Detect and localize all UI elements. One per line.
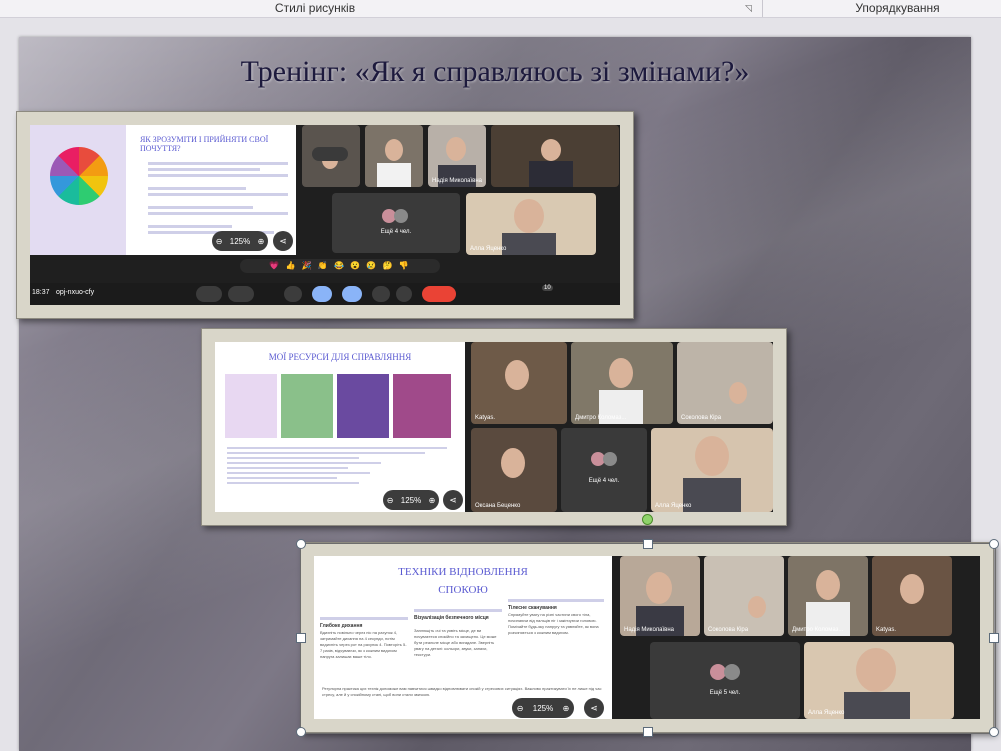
- group-tile-1[interactable]: Ещё 4 чел.: [332, 193, 460, 253]
- meeting-screenshot-1[interactable]: ЯК ЗРОЗУМІТИ І ПРИЙНЯТИ СВОЇ ПОЧУТТЯ? ⊖ …: [16, 111, 634, 319]
- video-tile[interactable]: [491, 125, 619, 187]
- share-icon[interactable]: ⋖: [273, 231, 293, 251]
- resource-image: [337, 374, 389, 438]
- video-tile[interactable]: [365, 125, 423, 187]
- video-tile[interactable]: [302, 125, 360, 187]
- participants-count: 10: [542, 285, 553, 291]
- dialog-launcher-icon[interactable]: ◹: [745, 3, 752, 14]
- raise-hand-button[interactable]: [372, 286, 390, 302]
- presentation-slide-1: ЯК ЗРОЗУМІТИ І ПРИЙНЯТИ СВОЇ ПОЧУТТЯ? ⊖ …: [30, 125, 296, 255]
- participant-name: Оксана Беценко: [475, 503, 521, 509]
- slide-heading-2: МОЇ РЕСУРСИ ДЛЯ СПРАВЛЯННЯ: [268, 352, 412, 362]
- resource-image: [393, 374, 451, 438]
- resize-handle-top-right[interactable]: [989, 539, 999, 549]
- resize-handle-top-left[interactable]: [296, 539, 306, 549]
- video-tile[interactable]: Алла Яценко: [466, 193, 596, 255]
- share-icon[interactable]: ⋖: [443, 490, 463, 510]
- resize-handle-bottom-right[interactable]: [989, 727, 999, 737]
- resource-image: [225, 374, 277, 438]
- slide-title[interactable]: Тренінг: «Як я справляюсь зі змінами?»: [19, 55, 971, 89]
- rotate-handle-icon[interactable]: [642, 514, 653, 525]
- zoom-level-1: 125%: [229, 236, 251, 246]
- meeting-window-1: ЯК ЗРОЗУМІТИ І ПРИЙНЯТИ СВОЇ ПОЧУТТЯ? ⊖ …: [30, 125, 620, 305]
- zoom-control-2[interactable]: ⊖ 125% ⊕: [383, 490, 439, 510]
- reactions-bar[interactable]: 💗 👍 🎉 👏 😂 😮 😢 🤔 👎: [240, 259, 440, 273]
- participant-name: Надія Миколаївна: [432, 178, 483, 184]
- mic-button[interactable]: [196, 286, 222, 302]
- video-tile[interactable]: Соколова Кіра: [677, 342, 773, 424]
- meeting-toolbar-1: 18:37 opj-nxuo-cfy 10: [30, 283, 620, 305]
- more-participants-label: Ещё 4 чел.: [588, 478, 620, 484]
- ribbon-group-arrange[interactable]: Упорядкування: [790, 0, 1001, 17]
- resize-handle-bottom[interactable]: [643, 727, 653, 737]
- video-tile[interactable]: Алла Яценко: [651, 428, 773, 512]
- emotion-wheel-image: [30, 125, 126, 255]
- zoom-control-1[interactable]: ⊖ 125% ⊕: [212, 231, 268, 251]
- resize-handle-left[interactable]: [296, 633, 306, 643]
- meeting-code: opj-nxuo-cfy: [56, 289, 95, 296]
- participant-name: Katyas.: [475, 415, 496, 421]
- resize-handle-bottom-left[interactable]: [296, 727, 306, 737]
- participant-name: Соколова Кіра: [681, 415, 722, 421]
- zoom-in-icon[interactable]: ⊕: [429, 496, 436, 505]
- slide-heading-1: ЯК ЗРОЗУМІТИ І ПРИЙНЯТИ СВОЇ ПОЧУТТЯ?: [140, 135, 269, 153]
- participant-name: Алла Яценко: [655, 503, 692, 509]
- more-options-button[interactable]: [396, 286, 412, 302]
- resource-image: [281, 374, 333, 438]
- group-tile-2[interactable]: Ещё 4 чел.: [561, 428, 647, 512]
- emoji-button[interactable]: [312, 286, 332, 302]
- participant-name: Алла Яценко: [470, 246, 507, 252]
- zoom-level-2: 125%: [400, 495, 422, 505]
- selection-frame: [300, 543, 996, 734]
- meeting-window-2: МОЇ РЕСУРСИ ДЛЯ СПРАВЛЯННЯ ⊖ 125% ⊕ ⋖ Ka…: [215, 342, 773, 512]
- slide-body-lines: [148, 159, 288, 237]
- zoom-out-icon[interactable]: ⊖: [387, 496, 394, 505]
- leave-call-button[interactable]: [422, 286, 456, 302]
- zoom-out-icon[interactable]: ⊖: [216, 237, 223, 246]
- video-tile[interactable]: Katyas.: [471, 342, 567, 424]
- video-tile[interactable]: Надія Миколаївна: [428, 125, 486, 187]
- video-tile[interactable]: Дмитро Коломаз...: [571, 342, 673, 424]
- zoom-in-icon[interactable]: ⊕: [258, 237, 265, 246]
- slide-body-lines: [227, 444, 447, 487]
- presentation-slide-2: МОЇ РЕСУРСИ ДЛЯ СПРАВЛЯННЯ ⊖ 125% ⊕ ⋖: [215, 342, 465, 512]
- ribbon-separator: [762, 0, 763, 17]
- video-tile[interactable]: Оксана Беценко: [471, 428, 557, 512]
- ribbon-group-picture-styles[interactable]: Стилі рисунків: [130, 0, 500, 17]
- meeting-screenshot-2[interactable]: МОЇ РЕСУРСИ ДЛЯ СПРАВЛЯННЯ ⊖ 125% ⊕ ⋖ Ka…: [201, 328, 787, 526]
- resize-handle-right[interactable]: [989, 633, 999, 643]
- resize-handle-top[interactable]: [643, 539, 653, 549]
- present-button[interactable]: [342, 286, 362, 302]
- captions-button[interactable]: [284, 286, 302, 302]
- participant-name: Дмитро Коломаз...: [575, 415, 627, 421]
- ribbon-bar: Стилі рисунків ◹ Упорядкування: [0, 0, 1001, 18]
- camera-button[interactable]: [228, 286, 254, 302]
- more-participants-label: Ещё 4 чел.: [380, 229, 412, 235]
- meeting-clock: 18:37: [32, 289, 50, 296]
